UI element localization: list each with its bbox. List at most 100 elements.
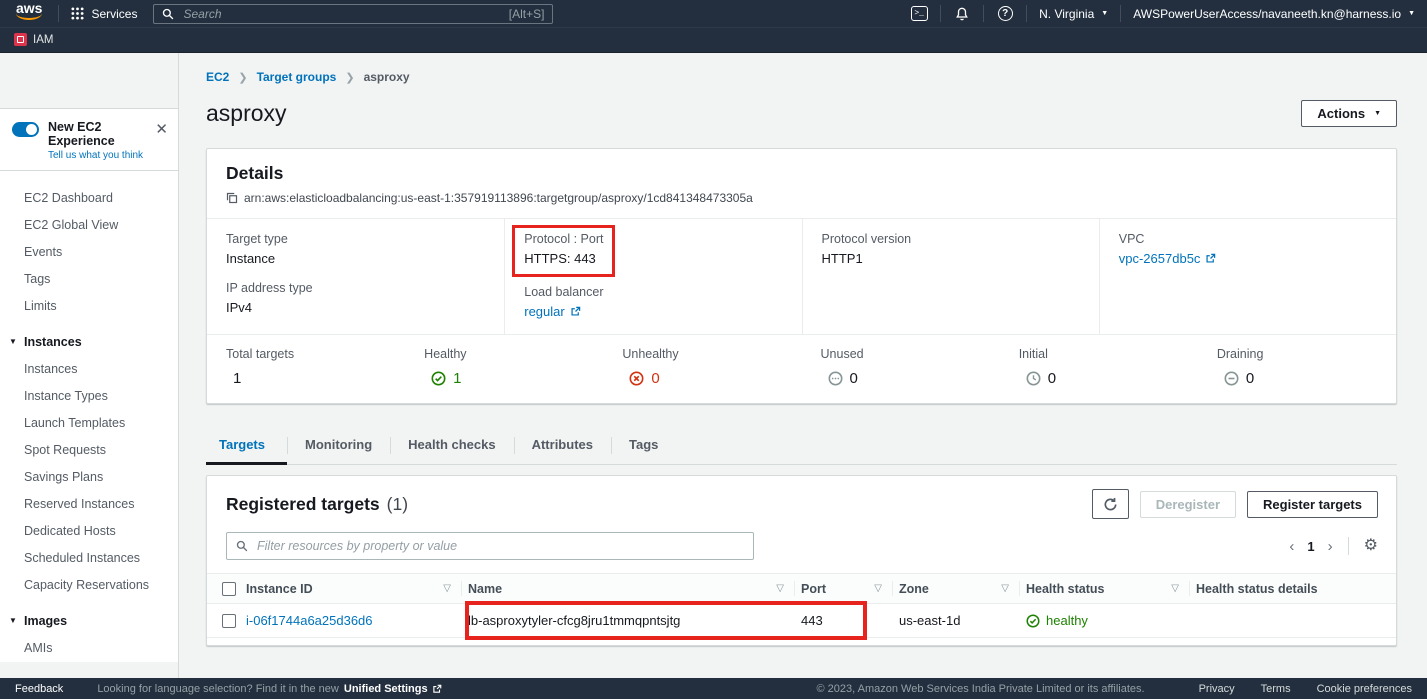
iam-label: IAM (33, 34, 53, 46)
previous-page-button[interactable]: ‹ (1289, 539, 1294, 554)
breadcrumb-current: asproxy (364, 70, 410, 84)
actions-button[interactable]: Actions ▼ (1301, 100, 1397, 127)
protocol-port-value: HTTPS: 443 (524, 251, 603, 266)
cookie-preferences-link[interactable]: Cookie preferences (1317, 683, 1412, 695)
divider (58, 5, 59, 22)
page-title: asproxy (206, 100, 287, 127)
registered-targets-title: Registered targets (226, 494, 380, 515)
sidebar-section-instances[interactable]: ▼Instances (24, 326, 178, 356)
tab-attributes[interactable]: Attributes (514, 428, 611, 464)
details-card: Details arn:aws:elasticloadbalancing:us-… (206, 148, 1397, 404)
sidebar-item-launch-templates[interactable]: Launch Templates (24, 410, 178, 437)
settings-gear-icon[interactable]: ⚙ (1364, 538, 1378, 554)
notifications-button[interactable] (953, 6, 971, 22)
refresh-button[interactable] (1092, 489, 1129, 519)
tab-targets[interactable]: Targets (206, 428, 287, 464)
breadcrumb-target-groups[interactable]: Target groups (257, 70, 337, 84)
new-experience-toggle[interactable] (12, 122, 39, 137)
column-health-status[interactable]: Health status▽ (1020, 574, 1190, 603)
sidebar-item-capacity-reservations[interactable]: Capacity Reservations (24, 572, 178, 599)
page-number[interactable]: 1 (1307, 539, 1314, 554)
column-instance-id[interactable]: Instance ID▽ (240, 574, 462, 603)
services-menu[interactable]: Services (71, 7, 137, 21)
sidebar-item-dedicated-hosts[interactable]: Dedicated Hosts (24, 518, 178, 545)
column-zone[interactable]: Zone▽ (893, 574, 1020, 603)
sidebar-item-instance-types[interactable]: Instance Types (24, 383, 178, 410)
divider (1120, 5, 1121, 22)
question-icon: ? (998, 6, 1013, 21)
column-health-status-details[interactable]: Health status details (1190, 574, 1396, 603)
terms-link[interactable]: Terms (1261, 683, 1291, 695)
sidebar-item-amis[interactable]: AMIs (24, 635, 178, 662)
sidebar-item-reserved-instances[interactable]: Reserved Instances (24, 491, 178, 518)
sidebar-item-scheduled-instances[interactable]: Scheduled Instances (24, 545, 178, 572)
filter-input[interactable] (255, 538, 744, 554)
stat-unused: Unused 0 (802, 335, 1000, 403)
sidebar-item-ec2-dashboard[interactable]: EC2 Dashboard (24, 185, 178, 212)
next-page-button[interactable]: › (1328, 539, 1333, 554)
sidebar-section-images[interactable]: ▼Images (24, 605, 178, 635)
protocol-version-label: Protocol version (822, 232, 1080, 246)
details-heading: Details (207, 149, 1396, 189)
ellipsis-circle-icon (828, 371, 843, 386)
divider (1348, 537, 1349, 555)
protocol-version-value: HTTP1 (822, 251, 1080, 266)
footer: Feedback Looking for language selection?… (0, 678, 1427, 699)
vpc-link[interactable]: vpc-2657db5c (1119, 251, 1217, 266)
tab-health-checks[interactable]: Health checks (390, 428, 513, 464)
filter-box[interactable] (226, 532, 754, 560)
region-label: N. Virginia (1039, 7, 1094, 21)
top-navigation-bar: aws Services [Alt+S] >_ ? N. Virginia (0, 0, 1427, 27)
divider (1026, 5, 1027, 22)
sidebar-item-savings-plans[interactable]: Savings Plans (24, 464, 178, 491)
tab-bar: Targets Monitoring Health checks Attribu… (206, 428, 1397, 465)
filter-icon[interactable]: ▽ (443, 583, 451, 594)
cloudshell-button[interactable]: >_ (910, 6, 928, 22)
row-checkbox[interactable] (222, 614, 236, 628)
favorite-iam[interactable]: IAM (14, 33, 53, 46)
feedback-link[interactable]: Feedback (15, 683, 63, 695)
register-targets-button[interactable]: Register targets (1247, 491, 1378, 518)
column-name[interactable]: Name▽ (462, 574, 795, 603)
region-selector[interactable]: N. Virginia ▼ (1039, 7, 1108, 21)
search-input[interactable] (181, 6, 501, 22)
column-port[interactable]: Port▽ (795, 574, 893, 603)
tab-tags[interactable]: Tags (611, 428, 676, 464)
search-shortcut: [Alt+S] (509, 7, 545, 21)
cell-name: lb-asproxytyler-cfcg8jru1tmmqpntsjtg (462, 613, 795, 628)
tab-monitoring[interactable]: Monitoring (287, 428, 390, 464)
stat-initial: Initial 0 (1000, 335, 1198, 403)
filter-icon[interactable]: ▽ (874, 583, 882, 594)
filter-icon[interactable]: ▽ (1001, 583, 1009, 594)
breadcrumb-ec2[interactable]: EC2 (206, 70, 229, 84)
unified-settings-link[interactable]: Unified Settings (344, 683, 442, 695)
actions-label: Actions (1317, 106, 1365, 121)
search-icon (162, 8, 174, 20)
sidebar-item-instances[interactable]: Instances (24, 356, 178, 383)
global-search[interactable]: [Alt+S] (153, 4, 553, 24)
new-experience-panel: New EC2 Experience Tell us what you thin… (0, 108, 178, 171)
sidebar-item-limits[interactable]: Limits (24, 293, 178, 320)
sidebar-item-events[interactable]: Events (24, 239, 178, 266)
filter-icon[interactable]: ▽ (776, 583, 784, 594)
cell-instance-id[interactable]: i-06f1744a6a25d36d6 (240, 613, 462, 628)
select-all-checkbox[interactable] (222, 582, 236, 596)
privacy-link[interactable]: Privacy (1199, 683, 1235, 695)
sidebar-item-tags[interactable]: Tags (24, 266, 178, 293)
table-row[interactable]: i-06f1744a6a25d36d6 lb-asproxytyler-cfcg… (207, 604, 1396, 638)
sidebar-item-ec2-global-view[interactable]: EC2 Global View (24, 212, 178, 239)
load-balancer-link[interactable]: regular (524, 304, 580, 319)
close-icon[interactable]: ✕ (155, 122, 168, 137)
filter-icon[interactable]: ▽ (1171, 583, 1179, 594)
registered-targets-card: Registered targets (1) Deregister Regist… (206, 475, 1397, 646)
account-menu[interactable]: AWSPowerUserAccess/navaneeth.kn@harness.… (1133, 7, 1415, 21)
aws-logo[interactable]: aws (16, 3, 42, 20)
tell-us-link[interactable]: Tell us what you think (48, 150, 146, 161)
sidebar-item-spot-requests[interactable]: Spot Requests (24, 437, 178, 464)
copy-icon[interactable] (226, 192, 238, 204)
ip-address-type-label: IP address type (226, 281, 485, 295)
account-label: AWSPowerUserAccess/navaneeth.kn@harness.… (1133, 7, 1401, 21)
deregister-button[interactable]: Deregister (1140, 491, 1236, 518)
target-group-arn: arn:aws:elasticloadbalancing:us-east-1:3… (244, 191, 753, 205)
help-button[interactable]: ? (996, 6, 1014, 22)
